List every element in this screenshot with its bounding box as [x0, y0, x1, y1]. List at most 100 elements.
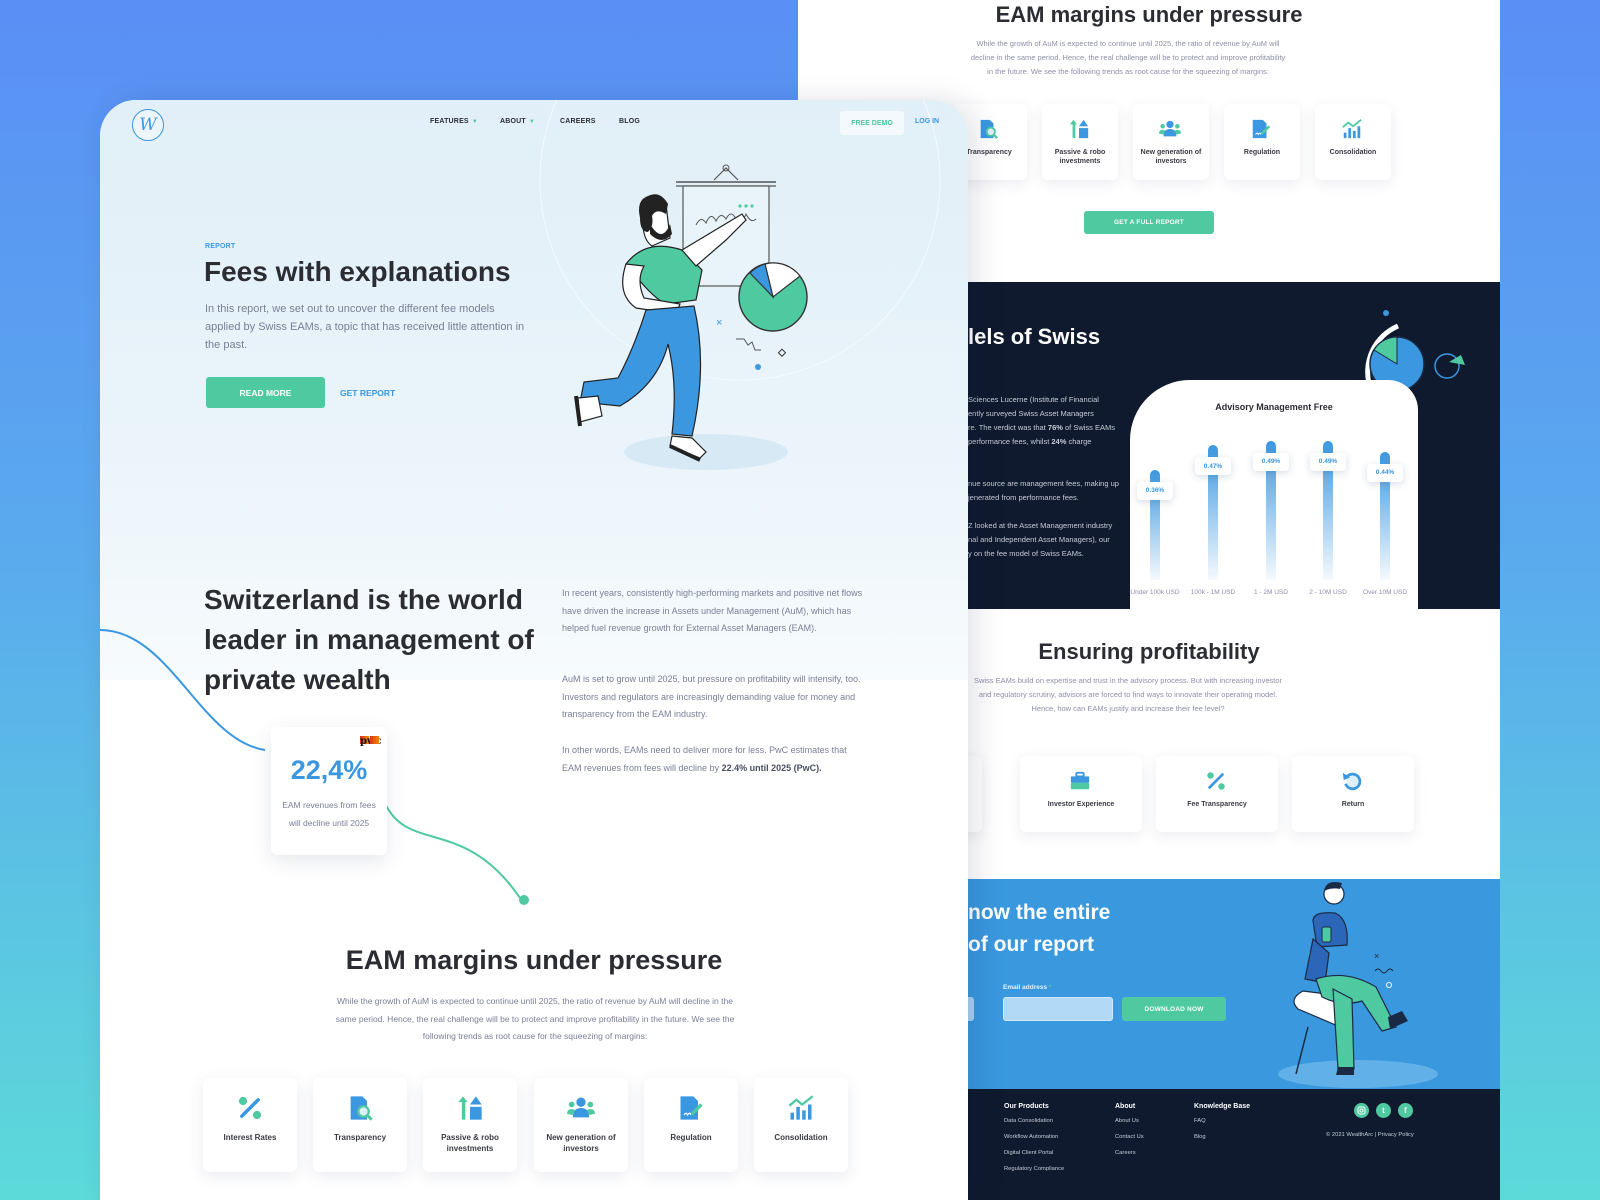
facebook-icon[interactable]: f: [1398, 1103, 1413, 1118]
nav-about[interactable]: ABOUT ▼: [500, 118, 535, 125]
trend-card[interactable]: Consolidation: [754, 1078, 848, 1172]
document-search-icon: [346, 1094, 374, 1122]
footer-heading: Our Products: [1004, 1103, 1049, 1110]
footer-link[interactable]: Workflow Automation: [1004, 1134, 1064, 1140]
fee-models-text-line: performance fees, whilst 24% charge: [968, 437, 1092, 446]
login-link[interactable]: LOG IN: [915, 118, 939, 125]
download-title-line1: now the entire: [968, 901, 1111, 924]
footer-link[interactable]: Contact Us: [1115, 1134, 1144, 1140]
bar-category-label: Over 10M USD: [1362, 589, 1408, 596]
trend-card-label: Regulation: [670, 1133, 712, 1142]
fee-models-text-line: ently surveyed Swiss Asset Managers: [968, 409, 1094, 418]
trend-card[interactable]: Passive & robo investments: [423, 1078, 517, 1172]
trend-card[interactable]: Interest Rates: [203, 1078, 297, 1172]
trend-card[interactable]: Regulation: [1224, 104, 1300, 180]
footer-link[interactable]: FAQ: [1194, 1118, 1250, 1124]
users-group-icon: [567, 1094, 595, 1122]
trend-card[interactable]: Passive & robo investments: [1042, 104, 1118, 180]
fee-models-text-line: nal and Independent Asset Managers), our: [968, 535, 1110, 544]
footer-link[interactable]: About Us: [1115, 1118, 1144, 1124]
footer-column-about: About About Us Contact Us Careers: [1115, 1103, 1144, 1166]
copyright: © 2021 WealthArc | Privacy Policy: [1326, 1132, 1414, 1138]
x-decoration: ×: [1374, 951, 1379, 961]
bar-category-label: 1 - 2M USD: [1254, 589, 1288, 596]
footer-heading: Knowledge Base: [1194, 1103, 1251, 1110]
footer-link[interactable]: Careers: [1115, 1150, 1144, 1156]
footer-link[interactable]: Data Consolidation: [1004, 1118, 1064, 1124]
hero-title: Fees with explanations: [204, 256, 511, 287]
trend-card[interactable]: Regulation: [644, 1078, 738, 1172]
footer-link[interactable]: Blog: [1194, 1134, 1250, 1140]
bar-group: 0.49% 2 - 10M USD: [1308, 380, 1348, 609]
nav-careers[interactable]: CAREERS: [560, 118, 596, 125]
x-decoration: ×: [716, 317, 722, 329]
switzerland-title: Switzerland is the world leader in manag…: [204, 584, 534, 695]
get-report-link[interactable]: GET REPORT: [340, 388, 395, 398]
shoe: [1388, 1011, 1408, 1029]
trend-card[interactable]: Consolidation: [1315, 104, 1391, 180]
bar-group: 0.49% 1 - 2M USD: [1251, 380, 1291, 609]
chevron-down-icon: ▼: [528, 118, 536, 125]
trend-card[interactable]: Transparency: [313, 1078, 407, 1172]
get-full-report-button[interactable]: GET A FULL REPORT: [1084, 211, 1214, 234]
margins-title: EAM margins under pressure: [345, 945, 723, 975]
bar-category-label: Under 100k USD: [1130, 589, 1180, 596]
sitting-man-illustration: ×: [1278, 882, 1438, 1088]
switzerland-paragraph-1: In recent years, consistently high-perfo…: [562, 588, 863, 633]
fee-models-text-line: re. The verdict was that 76% of Swiss EA…: [968, 423, 1116, 432]
arrow-up-shapes-icon: [1068, 118, 1092, 142]
trend-card-label: New generation of investors: [546, 1133, 616, 1153]
free-demo-button[interactable]: FREE DEMO: [840, 111, 904, 135]
circle-decoration: [1386, 982, 1392, 988]
trend-card-label: Consolidation: [1329, 149, 1377, 156]
report-eyebrow: REPORT: [205, 243, 236, 250]
users-group-icon: [1159, 118, 1183, 142]
read-more-button[interactable]: READ MORE: [206, 377, 325, 408]
instagram-icon[interactable]: [1354, 1103, 1369, 1118]
presenter-illustration: ×: [574, 164, 808, 470]
floor-shadow: [1278, 1060, 1438, 1088]
bar-group: 0.47% 100k - 1M USD: [1191, 380, 1235, 609]
bar-value-label: 0.36%: [1137, 481, 1173, 500]
shoe: [577, 395, 603, 423]
percent-icon: [236, 1094, 264, 1122]
trend-card-label: Consolidation: [774, 1133, 828, 1142]
profitability-card[interactable]: Return: [1292, 756, 1414, 832]
trend-card[interactable]: New generation of investors: [534, 1078, 628, 1172]
logo[interactable]: W: [132, 109, 164, 141]
document-sign-icon: [1250, 118, 1274, 142]
profitability-card[interactable]: Investor Experience: [1020, 756, 1142, 832]
phone: [1321, 926, 1332, 943]
bar-group: 0.36% Under 100k USD: [1130, 380, 1180, 609]
fee-models-title: lels of Swiss: [968, 324, 1101, 349]
download-title-line2: of our report: [968, 933, 1094, 956]
stat-value: 22,4%: [290, 755, 368, 785]
nav-blog[interactable]: BLOG: [619, 118, 640, 125]
trend-card-label: Regulation: [1243, 149, 1281, 156]
fee-models-text-line: y on the fee model of Swiss EAMs.: [968, 549, 1084, 558]
trend-card-label: Passive & robo investments: [441, 1133, 499, 1153]
switzerland-paragraph-2: AuM is set to grow until 2025, but press…: [562, 674, 861, 719]
profitability-card[interactable]: Fee Transparency: [1156, 756, 1278, 832]
bar-category-label: 2 - 10M USD: [1309, 589, 1347, 596]
stat-caption: EAM revenues from fees will decline unti…: [282, 800, 376, 828]
trend-card-label: Interest Rates: [223, 1133, 277, 1142]
email-label: Email address *: [1003, 984, 1052, 991]
margins-title-back: EAM margins under pressure: [995, 2, 1303, 27]
footer-link[interactable]: Digital Client Portal: [1004, 1150, 1064, 1156]
email-input[interactable]: [1003, 997, 1113, 1021]
download-now-button[interactable]: DOWNLOAD NOW: [1122, 997, 1226, 1021]
nav-features[interactable]: FEATURES ▼: [430, 118, 478, 125]
profitability-card-label: Fee Transparency: [1187, 801, 1247, 808]
arrow-up-shapes-icon: [456, 1094, 484, 1122]
twitter-icon[interactable]: t: [1376, 1103, 1391, 1118]
chart-growth-icon: [787, 1094, 815, 1122]
document-search-icon: [977, 118, 1001, 142]
pwc-logo: pwc: [359, 734, 382, 747]
fee-models-text-line: Sciences Lucerne (Institute of Financial: [968, 395, 1099, 404]
switzerland-paragraph-3: In other words, EAMs need to deliver mor…: [562, 745, 847, 773]
small-pie-icon: [1434, 353, 1460, 379]
footer-link[interactable]: Regulatory Compliance: [1004, 1166, 1064, 1172]
fee-chart-card: Advisory Management Free 0.36% Under 100k…: [1130, 380, 1418, 609]
trend-card[interactable]: New generation of investors: [1133, 104, 1209, 180]
